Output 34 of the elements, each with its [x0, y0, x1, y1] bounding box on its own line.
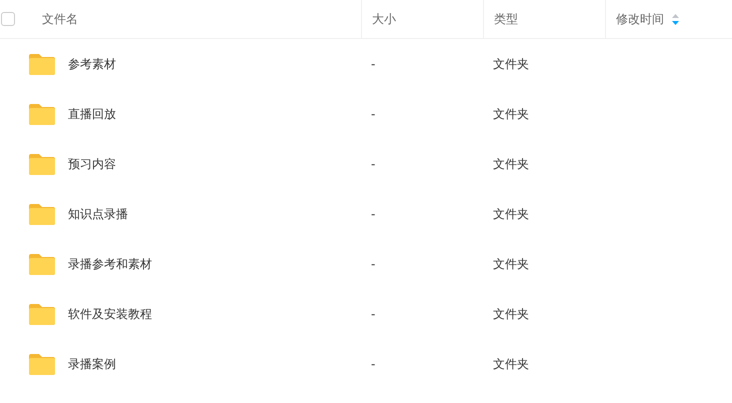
- file-name[interactable]: 直播回放: [68, 106, 116, 122]
- file-type: 文件夹: [493, 56, 529, 72]
- file-name[interactable]: 软件及安装教程: [68, 306, 152, 322]
- file-type: 文件夹: [493, 256, 529, 272]
- file-size: -: [371, 207, 376, 221]
- sort-icon[interactable]: [672, 14, 679, 24]
- folder-icon: [29, 353, 55, 375]
- file-size: -: [371, 357, 376, 371]
- folder-icon: [29, 53, 55, 75]
- column-header[interactable]: 修改时间: [616, 10, 664, 28]
- file-name[interactable]: 知识点录播: [68, 206, 128, 222]
- file-type: 文件夹: [493, 356, 529, 372]
- file-name[interactable]: 录播案例: [68, 356, 116, 372]
- file-size: -: [371, 107, 376, 121]
- select-all-checkbox[interactable]: [1, 12, 15, 26]
- column-header[interactable]: 类型: [494, 10, 518, 28]
- file-size: -: [371, 57, 376, 71]
- folder-icon: [29, 203, 55, 225]
- column-header[interactable]: 文件名: [42, 10, 78, 28]
- folder-icon: [29, 303, 55, 325]
- file-type: 文件夹: [493, 306, 529, 322]
- file-name[interactable]: 参考素材: [68, 56, 116, 72]
- file-type: 文件夹: [493, 106, 529, 122]
- file-size: -: [371, 307, 376, 321]
- folder-icon: [29, 153, 55, 175]
- folder-icon: [29, 103, 55, 125]
- file-size: -: [371, 157, 376, 171]
- file-size: -: [371, 257, 376, 271]
- column-header[interactable]: 大小: [372, 10, 396, 28]
- folder-icon: [29, 253, 55, 275]
- file-type: 文件夹: [493, 206, 529, 222]
- file-type: 文件夹: [493, 156, 529, 172]
- file-name[interactable]: 预习内容: [68, 156, 116, 172]
- file-name[interactable]: 录播参考和素材: [68, 256, 152, 272]
